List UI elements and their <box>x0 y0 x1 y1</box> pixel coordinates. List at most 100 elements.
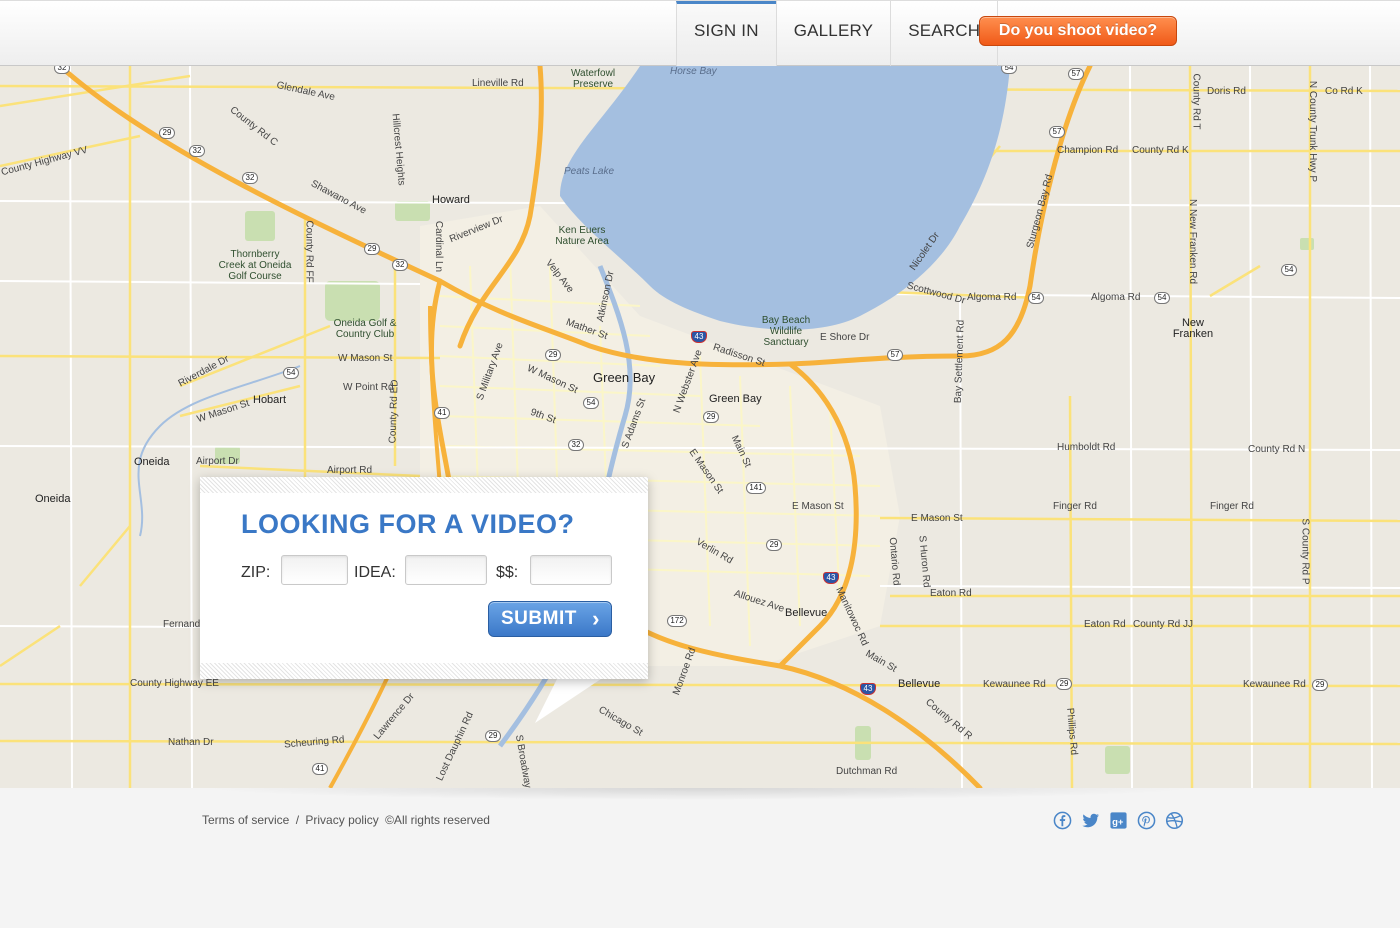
map-road-label: E Mason St <box>792 501 844 512</box>
route-shield: 32 <box>568 439 584 451</box>
nav-gallery[interactable]: GALLERY <box>775 1 891 67</box>
map-road-label: W Point Rd <box>343 382 394 393</box>
map-road-label: Eaton Rd <box>930 588 972 599</box>
map-road-label: S County Rd P <box>1299 518 1311 585</box>
map-road-label: County Highway EE <box>130 678 219 689</box>
background-map[interactable]: Horse Bay Peats Lake Waterfowl Preserve … <box>0 66 1400 788</box>
facebook-icon[interactable] <box>1053 811 1072 830</box>
top-header: SIGN IN GALLERY SEARCH Do you shoot vide… <box>0 0 1400 67</box>
pinterest-icon[interactable] <box>1137 811 1156 830</box>
route-shield: 54 <box>1001 66 1017 74</box>
route-shield: 29 <box>703 411 719 423</box>
interstate-shield: 43 <box>823 572 839 584</box>
route-shield: 32 <box>189 145 205 157</box>
rights-text: ©All rights reserved <box>385 813 490 827</box>
chevron-right-icon: › <box>592 606 600 631</box>
route-shield: 54 <box>1281 264 1297 276</box>
idea-label: IDEA: <box>354 564 396 581</box>
google-plus-icon[interactable]: g+ <box>1109 811 1128 830</box>
route-shield: 54 <box>583 397 599 409</box>
map-road-label: Eaton Rd <box>1084 619 1126 630</box>
submit-label: SUBMIT <box>501 608 577 629</box>
route-shield: 29 <box>485 730 501 742</box>
map-road-label: Algoma Rd <box>1091 292 1141 303</box>
nav-sign-in[interactable]: SIGN IN <box>676 1 776 67</box>
map-road-label: County Rd ED <box>387 379 401 444</box>
route-shield: 32 <box>54 66 70 74</box>
map-road-label: County Rd T <box>1190 73 1202 130</box>
map-park-label: Ken Euers Nature Area <box>555 225 609 247</box>
footer-divider-shadow <box>200 788 1200 800</box>
route-shield: 29 <box>545 349 561 361</box>
map-road-label: County Rd FF <box>303 220 315 283</box>
map-road-label: Lineville Rd <box>472 78 524 89</box>
map-road-label: Airport Dr <box>196 456 239 467</box>
privacy-link[interactable]: Privacy policy <box>305 813 378 827</box>
map-road-label: Humboldt Rd <box>1057 442 1116 453</box>
map-road-label: E Shore Dr <box>820 332 870 343</box>
interstate-shield: 43 <box>691 331 707 343</box>
map-city-label: Bellevue <box>785 607 828 619</box>
route-shield: 57 <box>1049 126 1065 138</box>
map-road-label: County Rd JJ <box>1133 619 1194 630</box>
map-road-label: Airport Rd <box>327 465 373 476</box>
map-road-label: County Rd K <box>1132 145 1189 156</box>
map-city-label: New Franken <box>1172 317 1214 340</box>
map-park-label: Thornberry Creek at Oneida Golf Course <box>218 249 292 282</box>
map-water-label: Horse Bay <box>670 66 717 77</box>
map-road-label: Algoma Rd <box>967 292 1017 303</box>
map-city-label: Howard <box>432 194 470 206</box>
map-road-label: W Mason St <box>338 353 393 364</box>
route-shield: 41 <box>312 763 328 775</box>
map-city-label: Hobart <box>253 394 287 406</box>
map-water-label: Peats Lake <box>564 166 615 177</box>
map-road-label: Champion Rd <box>1057 145 1119 156</box>
route-shield: 57 <box>1068 68 1084 80</box>
route-shield: 29 <box>1056 678 1072 690</box>
map-road-label: Co Rd K <box>1325 86 1363 97</box>
map-road-label: Kewaunee Rd <box>983 679 1046 690</box>
route-shield: 29 <box>159 127 175 139</box>
map-road-label: Doris Rd <box>1207 86 1246 97</box>
terms-link[interactable]: Terms of service <box>202 813 289 827</box>
idea-input[interactable] <box>405 555 487 585</box>
map-road-label: Cardinal Ln <box>433 220 445 273</box>
submit-button[interactable]: SUBMIT › <box>488 601 612 637</box>
map-road-label: N New Franken Rd <box>1187 198 1199 285</box>
map-park-label: Bay Beach Wildlife Sanctuary <box>761 315 811 348</box>
route-shield: 41 <box>434 407 450 419</box>
map-city-label: Bellevue <box>898 678 941 690</box>
map-road-label: Finger Rd <box>1053 501 1097 512</box>
shoot-video-button[interactable]: Do you shoot video? <box>979 16 1177 46</box>
route-shield: 54 <box>1028 292 1044 304</box>
social-icons: g+ <box>1053 811 1184 830</box>
search-card: LOOKING FOR A VIDEO? ZIP: IDEA: $$: SUBM… <box>200 477 648 679</box>
zip-input[interactable] <box>281 555 348 585</box>
map-road-label: County Rd N <box>1248 444 1306 455</box>
map-road-label: Finger Rd <box>1210 501 1254 512</box>
dribbble-icon[interactable] <box>1165 811 1184 830</box>
route-shield: 54 <box>283 367 299 379</box>
route-shield: 57 <box>887 349 903 361</box>
map-road-label: Dutchman Rd <box>836 766 898 777</box>
map-city-label: Green Bay <box>709 393 762 405</box>
search-card-title: LOOKING FOR A VIDEO? <box>241 509 575 539</box>
route-shield: 32 <box>242 172 258 184</box>
footer-separator: / <box>295 813 300 827</box>
price-input[interactable] <box>530 555 612 585</box>
route-shield: 54 <box>1154 292 1170 304</box>
map-road-label: E Mason St <box>911 513 963 524</box>
map-park-label: Oneida Golf & Country Club <box>333 318 397 340</box>
route-shield: 141 <box>746 482 766 494</box>
map-city-label: Oneida <box>35 493 71 505</box>
route-shield: 29 <box>364 243 380 255</box>
route-shield: 29 <box>1312 679 1328 691</box>
zip-label: ZIP: <box>241 564 271 581</box>
twitter-icon[interactable] <box>1081 811 1100 830</box>
map-road-label: N County Trunk Hwy P <box>1307 80 1319 183</box>
route-shield: 29 <box>766 539 782 551</box>
price-label: $$: <box>496 564 519 581</box>
svg-text:g+: g+ <box>1112 817 1124 828</box>
interstate-shield: 43 <box>860 683 876 695</box>
main-nav: SIGN IN GALLERY SEARCH <box>676 1 999 67</box>
